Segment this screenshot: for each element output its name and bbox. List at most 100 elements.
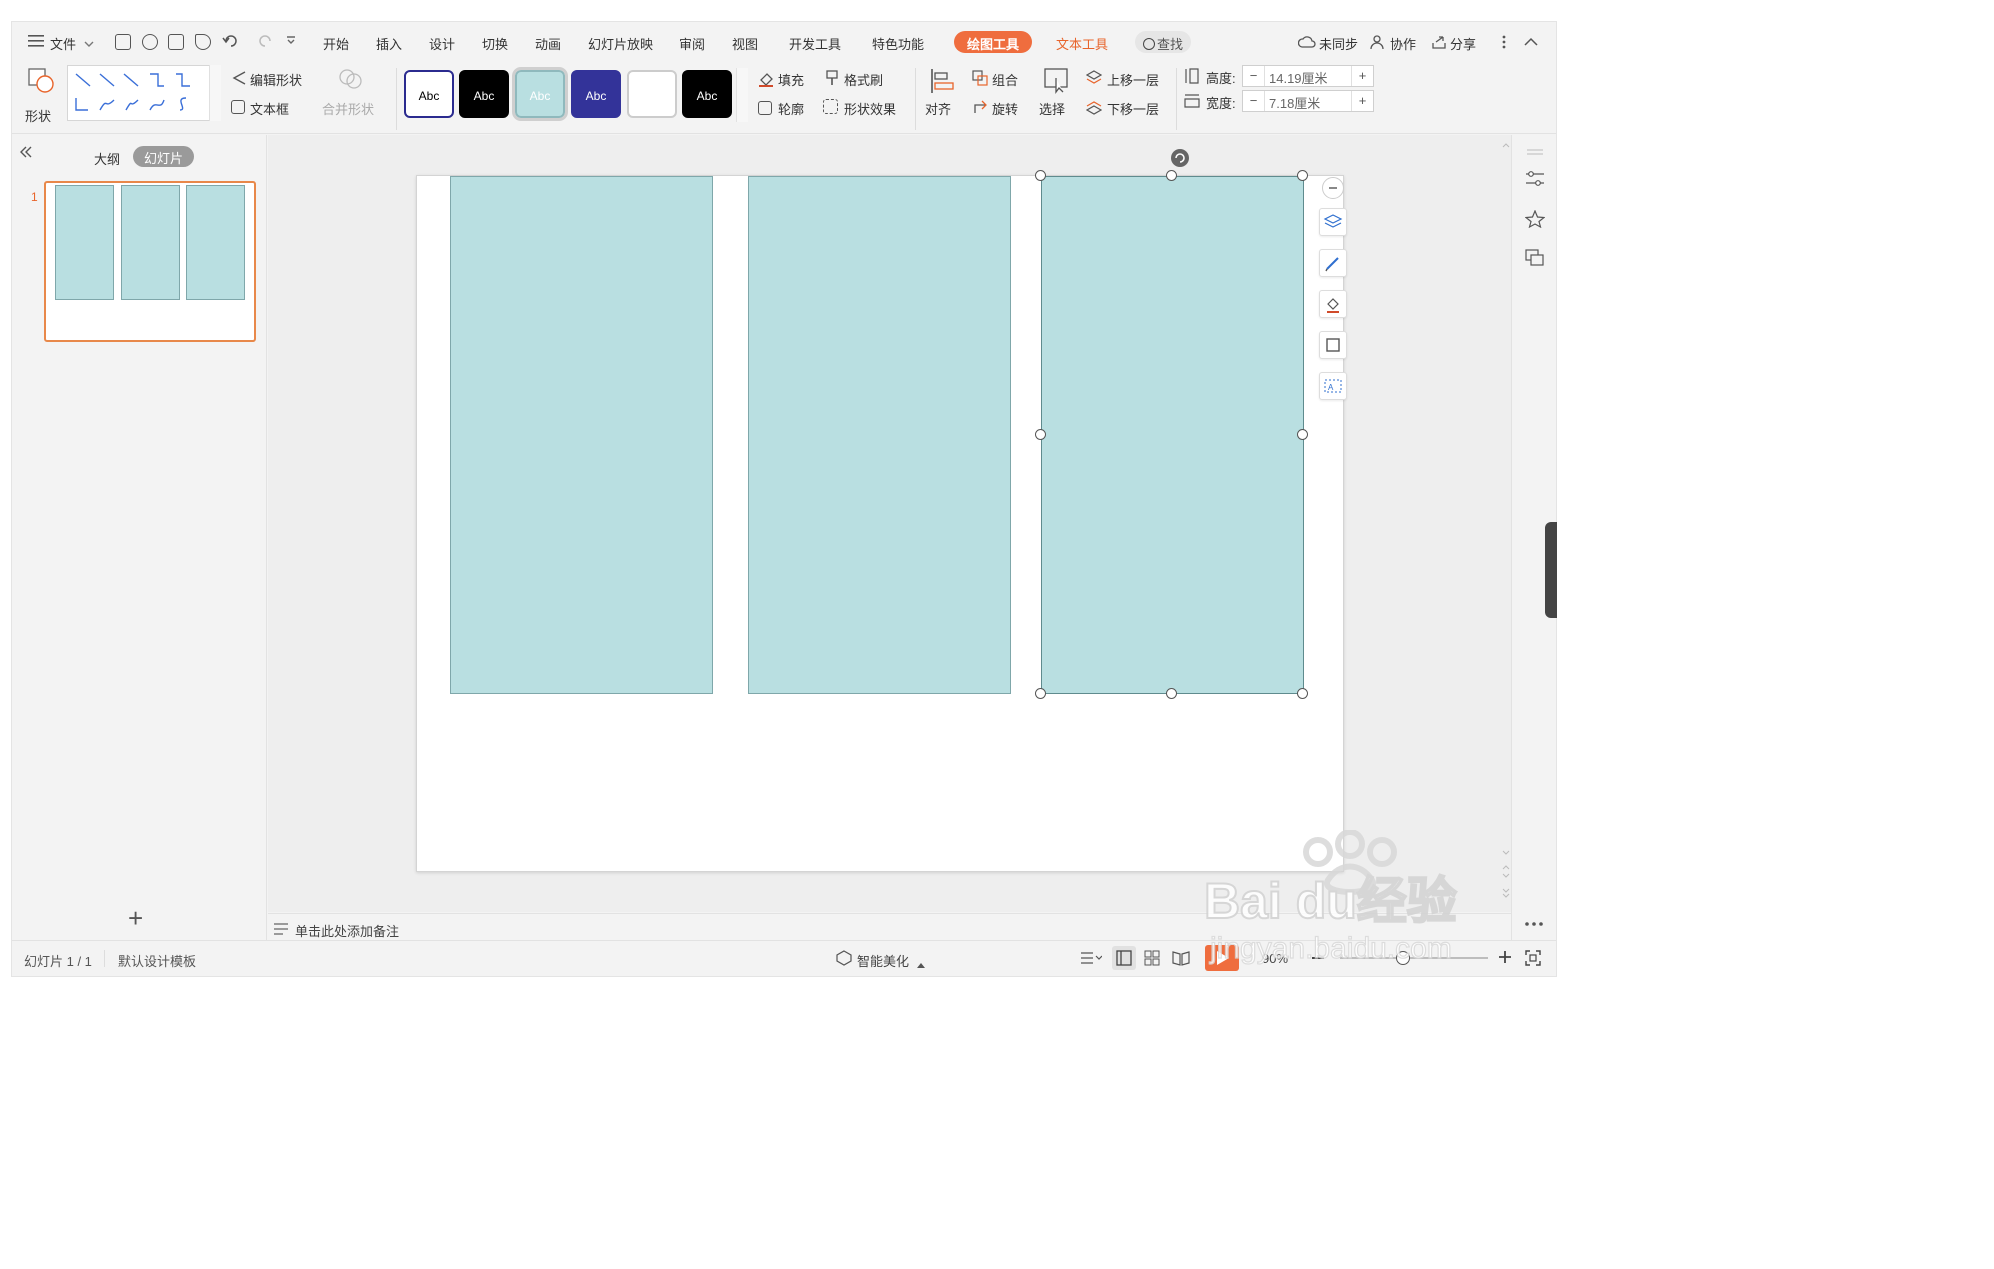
height-spinner[interactable]: − 14.19厘米 + (1242, 65, 1374, 87)
tab-design[interactable]: 设计 (429, 34, 455, 53)
rotate-handle-icon[interactable] (1171, 149, 1189, 167)
style-gallery-more[interactable] (736, 68, 748, 122)
play-slideshow-icon[interactable] (1205, 945, 1239, 971)
slide[interactable] (416, 175, 1344, 872)
align-button[interactable]: 对齐 (925, 99, 951, 118)
merge-shapes-button[interactable]: 合并形状 (322, 99, 374, 118)
slide-sorter-icon[interactable] (1144, 950, 1160, 969)
shape-effects-button[interactable]: 形状效果 (844, 99, 896, 118)
notes-toggle-icon[interactable] (1080, 951, 1103, 968)
resize-handle-bottom[interactable] (1166, 688, 1177, 699)
tab-slideshow[interactable]: 幻灯片放映 (588, 34, 653, 53)
zoom-slider[interactable] (1340, 957, 1488, 959)
search-box[interactable]: 查找 (1135, 31, 1192, 53)
resize-handle-left[interactable] (1035, 429, 1046, 440)
width-spinner[interactable]: − 7.18厘米 + (1242, 90, 1374, 112)
shape-icon[interactable] (28, 68, 56, 97)
undo-icon[interactable] (222, 33, 244, 52)
tab-slides[interactable]: 幻灯片 (133, 146, 195, 167)
shape-style-swatch[interactable]: Abc (404, 70, 454, 118)
format-painter-qa-icon[interactable] (142, 33, 158, 50)
tab-review[interactable]: 审阅 (679, 34, 705, 53)
zoom-level[interactable]: 90% (1262, 951, 1288, 966)
tab-view[interactable]: 视图 (732, 34, 758, 53)
more-options-icon[interactable] (1502, 34, 1506, 53)
more-panel-icon[interactable] (1524, 915, 1544, 930)
caret-up-icon[interactable] (917, 956, 925, 971)
outline-button[interactable]: 轮廓 (778, 99, 804, 118)
print-icon[interactable] (168, 33, 184, 50)
quick-access-more-icon[interactable] (285, 34, 297, 49)
notes-bar[interactable]: 单击此处添加备注 (268, 913, 1513, 942)
edit-shape-button[interactable]: 编辑形状 (250, 70, 302, 89)
tab-developer[interactable]: 开发工具 (789, 34, 841, 53)
shape-style-swatch[interactable] (627, 70, 677, 118)
share-button[interactable]: 分享 (1450, 34, 1476, 53)
send-backward-button[interactable]: 下移一层 (1107, 99, 1159, 118)
outline-style-icon[interactable] (1319, 331, 1347, 359)
collapse-ribbon-icon[interactable] (1524, 35, 1538, 50)
redo-icon[interactable] (256, 33, 274, 52)
slide-thumbnail[interactable] (44, 181, 256, 342)
rectangle-shape-3-selected[interactable] (1041, 176, 1304, 694)
collapse-pane-icon[interactable] (19, 145, 33, 162)
fill-button[interactable]: 填充 (778, 70, 804, 89)
shape-button[interactable]: 形状 (25, 106, 51, 125)
resize-handle-right[interactable] (1297, 429, 1308, 440)
template-name[interactable]: 默认设计模板 (118, 951, 196, 970)
pen-style-icon[interactable] (1319, 249, 1347, 277)
smart-beautify-button[interactable]: 智能美化 (857, 951, 909, 970)
notes-placeholder[interactable]: 单击此处添加备注 (295, 921, 399, 940)
gallery-scroll[interactable] (209, 65, 221, 121)
width-decrement-button[interactable]: − (1243, 91, 1265, 111)
collaborate-button[interactable]: 协作 (1390, 34, 1416, 53)
select-button[interactable]: 选择 (1039, 99, 1065, 118)
properties-icon[interactable] (1525, 170, 1545, 191)
group-button[interactable]: 组合 (992, 70, 1018, 89)
text-wrap-icon[interactable]: A (1319, 372, 1347, 400)
cloud-sync-icon[interactable] (1297, 35, 1316, 52)
side-panel-tab[interactable] (1545, 522, 1557, 618)
normal-view-icon[interactable] (1112, 946, 1136, 970)
shape-style-swatch[interactable]: Abc (682, 70, 732, 118)
rectangle-shape-2[interactable] (748, 176, 1011, 694)
hamburger-menu-icon[interactable] (28, 34, 44, 51)
resize-handle-top-left[interactable] (1035, 170, 1046, 181)
unsynced-status[interactable]: 未同步 (1319, 34, 1358, 53)
tab-home[interactable]: 开始 (323, 34, 349, 53)
height-increment-button[interactable]: + (1351, 66, 1373, 86)
animation-star-icon[interactable] (1524, 209, 1546, 231)
save-icon[interactable] (115, 33, 131, 50)
bring-forward-button[interactable]: 上移一层 (1107, 70, 1159, 89)
chevron-down-icon[interactable] (84, 36, 94, 51)
resize-handle-bottom-right[interactable] (1297, 688, 1308, 699)
tab-special-features[interactable]: 特色功能 (872, 34, 924, 53)
height-decrement-button[interactable]: − (1243, 66, 1265, 86)
tab-text-tools[interactable]: 文本工具 (1056, 34, 1108, 53)
share-icon[interactable] (1431, 34, 1447, 53)
rotate-button[interactable]: 旋转 (992, 99, 1018, 118)
width-increment-button[interactable]: + (1351, 91, 1373, 111)
canvas-vertical-scrollbar[interactable] (1501, 139, 1511, 907)
fill-color-icon[interactable] (1319, 290, 1347, 318)
shape-style-swatch[interactable]: Abc (459, 70, 509, 118)
reading-view-icon[interactable] (1172, 950, 1190, 969)
layers-icon[interactable] (1319, 208, 1347, 236)
rectangle-shape-1[interactable] (450, 176, 713, 694)
width-value[interactable]: 7.18厘米 (1269, 93, 1320, 112)
collapse-float-toolbar-icon[interactable] (1322, 177, 1344, 199)
tab-outline[interactable]: 大纲 (94, 149, 120, 168)
height-value[interactable]: 14.19厘米 (1269, 68, 1328, 87)
fit-window-icon[interactable] (1525, 950, 1541, 969)
tab-animations[interactable]: 动画 (535, 34, 561, 53)
shape-style-swatch[interactable]: Abc (512, 67, 568, 121)
print-preview-icon[interactable] (195, 33, 211, 50)
shape-style-swatch[interactable]: Abc (571, 70, 621, 118)
resize-handle-top[interactable] (1166, 170, 1177, 181)
line-shape-gallery[interactable] (67, 65, 221, 121)
add-slide-button[interactable]: + (128, 905, 143, 931)
collaborate-icon[interactable] (1370, 34, 1386, 53)
tab-drawing-tools[interactable]: 绘图工具 (954, 31, 1033, 53)
zoom-slider-thumb[interactable] (1396, 951, 1410, 965)
text-box-button[interactable]: 文本框 (250, 99, 289, 118)
